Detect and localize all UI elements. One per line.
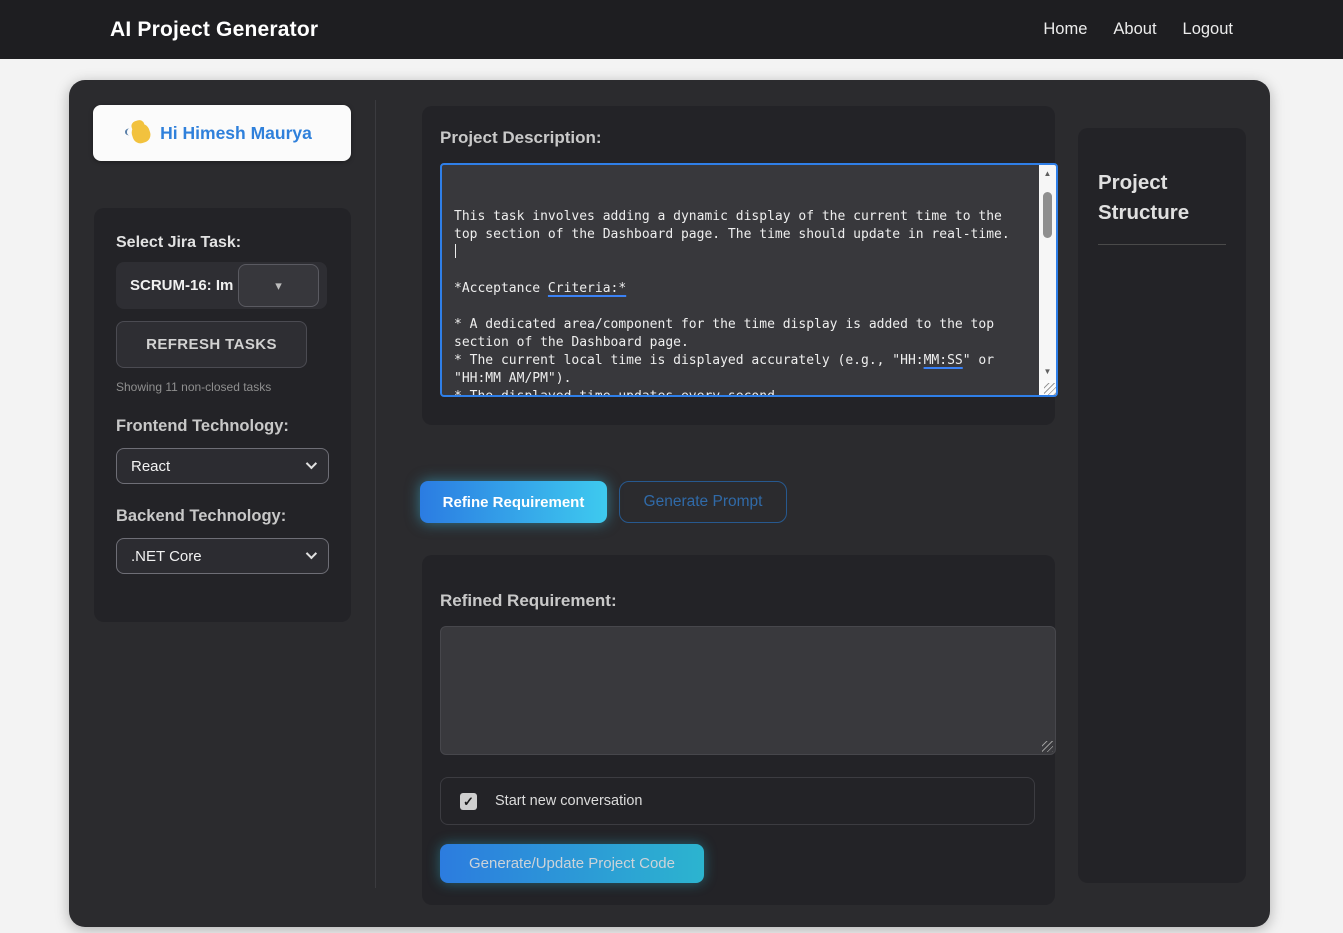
app-title[interactable]: AI Project Generator — [110, 18, 318, 42]
refined-requirement-textarea[interactable] — [440, 626, 1056, 755]
scroll-up-icon[interactable]: ▲ — [1039, 165, 1056, 182]
project-structure-panel: Project Structure — [1078, 128, 1246, 883]
greeting-card: Hi Himesh Maurya — [93, 105, 351, 161]
chevron-down-icon — [306, 548, 317, 559]
refined-requirement-panel: Refined Requirement: ✓ Start new convers… — [422, 555, 1055, 905]
navbar: AI Project Generator Home About Logout — [0, 0, 1343, 59]
project-description-textarea[interactable]: This task involves adding a dynamic disp… — [440, 163, 1058, 397]
nav-link-logout[interactable]: Logout — [1183, 20, 1233, 39]
wave-emoji-icon — [130, 121, 153, 145]
frontend-technology-label: Frontend Technology: — [116, 417, 329, 436]
greeting-text: Hi Himesh Maurya — [160, 123, 312, 144]
backend-technology-label: Backend Technology: — [116, 507, 329, 526]
scroll-down-icon[interactable]: ▼ — [1039, 363, 1056, 380]
refresh-tasks-button[interactable]: REFRESH TASKS — [116, 321, 307, 368]
start-new-conversation-checkbox[interactable]: ✓ — [460, 793, 477, 810]
nav-link-about[interactable]: About — [1113, 20, 1156, 39]
main-container: Hi Himesh Maurya Select Jira Task: SCRUM… — [69, 80, 1270, 927]
resize-handle[interactable] — [1042, 741, 1053, 752]
nav-link-home[interactable]: Home — [1043, 20, 1087, 39]
textarea-scrollbar[interactable]: ▲ ▼ — [1039, 165, 1056, 395]
refined-requirement-title: Refined Requirement: — [440, 591, 1037, 611]
frontend-technology-select[interactable]: React — [116, 448, 329, 484]
jira-task-dropdown-button[interactable]: ▾ — [238, 264, 319, 307]
backend-technology-select[interactable]: .NET Core — [116, 538, 329, 574]
nav-links: Home About Logout — [1043, 20, 1233, 39]
project-description-panel: Project Description: This task involves … — [422, 106, 1055, 425]
action-buttons-row: Refine Requirement Generate Prompt — [420, 481, 787, 523]
divider — [1098, 244, 1226, 245]
caret-down-icon: ▾ — [275, 278, 282, 294]
project-structure-title: Project Structure — [1098, 168, 1208, 228]
vertical-divider — [375, 100, 376, 888]
scrollbar-track[interactable] — [1039, 182, 1056, 363]
project-description-title: Project Description: — [440, 128, 1037, 148]
check-icon: ✓ — [463, 795, 474, 808]
tasks-count-note: Showing 11 non-closed tasks — [116, 380, 329, 394]
resize-handle[interactable] — [1039, 380, 1056, 395]
jira-task-select[interactable]: SCRUM-16: Impl ▾ — [116, 262, 327, 309]
project-description-text: This task involves adding a dynamic disp… — [442, 165, 1039, 395]
jira-task-label: Select Jira Task: — [116, 234, 329, 252]
backend-selected-value: .NET Core — [117, 548, 202, 565]
generate-prompt-button[interactable]: Generate Prompt — [619, 481, 787, 523]
generate-update-project-code-button[interactable]: Generate/Update Project Code — [440, 844, 704, 883]
sidebar-panel: Select Jira Task: SCRUM-16: Impl ▾ REFRE… — [94, 208, 351, 622]
scrollbar-thumb[interactable] — [1043, 192, 1052, 238]
refine-requirement-button[interactable]: Refine Requirement — [420, 481, 607, 523]
start-new-conversation-label: Start new conversation — [495, 793, 643, 809]
project-description-content: This task involves adding a dynamic disp… — [454, 208, 1010, 395]
start-new-conversation-row: ✓ Start new conversation — [440, 777, 1035, 825]
chevron-down-icon — [306, 458, 317, 469]
jira-task-selected-value: SCRUM-16: Impl — [116, 277, 234, 294]
frontend-selected-value: React — [117, 458, 170, 475]
